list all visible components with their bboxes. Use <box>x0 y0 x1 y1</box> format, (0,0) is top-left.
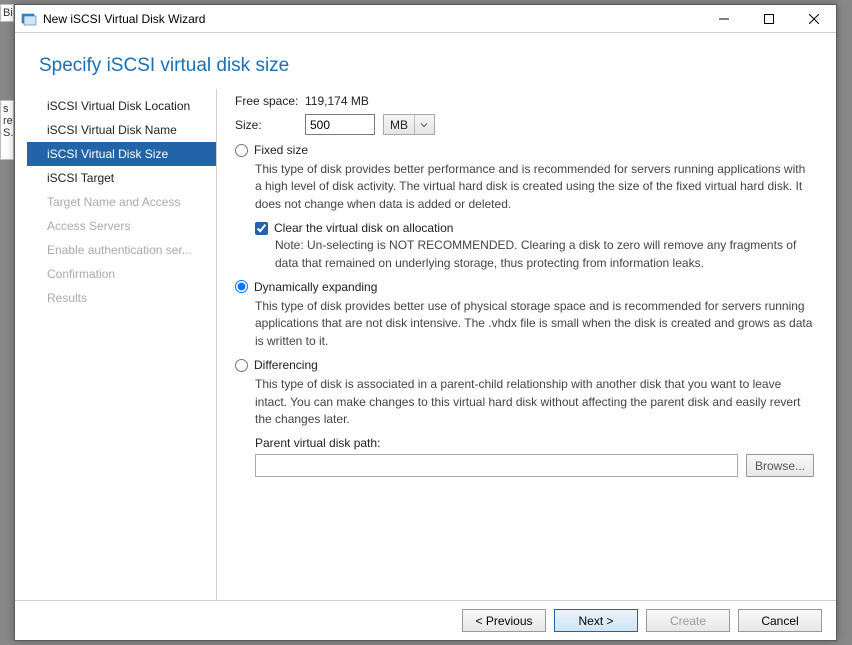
window-controls <box>701 5 836 33</box>
bg-window-fragment: Bi <box>0 4 14 22</box>
app-icon <box>21 11 37 27</box>
step-access-servers: Access Servers <box>27 214 216 238</box>
size-label: Size: <box>235 118 305 132</box>
wizard-footer: < Previous Next > Create Cancel <box>15 600 836 640</box>
parent-path-input[interactable] <box>255 454 738 477</box>
radio-dynamic-label: Dynamically expanding <box>254 280 377 294</box>
step-location[interactable]: iSCSI Virtual Disk Location <box>27 94 216 118</box>
parent-path-label: Parent virtual disk path: <box>255 436 814 450</box>
checkbox-clear-on-allocation[interactable] <box>255 222 268 235</box>
bg-window-fragment: s re S... <box>0 100 14 160</box>
window-title: New iSCSI Virtual Disk Wizard <box>43 12 701 26</box>
close-button[interactable] <box>791 5 836 33</box>
radio-fixed-label: Fixed size <box>254 143 308 157</box>
titlebar: New iSCSI Virtual Disk Wizard <box>15 5 836 33</box>
fixed-desc: This type of disk provides better perfor… <box>255 161 814 213</box>
minimize-button[interactable] <box>701 5 746 33</box>
browse-button[interactable]: Browse... <box>746 454 814 477</box>
wizard-content: Free space: 119,174 MB Size: MB Fixed si… <box>217 89 824 600</box>
option-dynamic: Dynamically expanding This type of disk … <box>235 280 814 350</box>
step-size[interactable]: iSCSI Virtual Disk Size <box>27 142 216 166</box>
option-differencing: Differencing This type of disk is associ… <box>235 358 814 477</box>
size-unit-value: MB <box>390 118 408 132</box>
step-auth: Enable authentication ser... <box>27 238 216 262</box>
step-confirmation: Confirmation <box>27 262 216 286</box>
radio-differencing-label: Differencing <box>254 358 318 372</box>
next-button[interactable]: Next > <box>554 609 638 632</box>
differencing-desc: This type of disk is associated in a par… <box>255 376 814 428</box>
wizard-body: iSCSI Virtual Disk Location iSCSI Virtua… <box>15 89 836 600</box>
wizard-window: New iSCSI Virtual Disk Wizard Specify iS… <box>14 4 837 641</box>
cancel-button[interactable]: Cancel <box>738 609 822 632</box>
wizard-header: Specify iSCSI virtual disk size <box>15 33 836 89</box>
step-target[interactable]: iSCSI Target <box>27 166 216 190</box>
size-row: Size: MB <box>235 114 814 135</box>
radio-dynamic[interactable] <box>235 280 248 293</box>
size-input[interactable] <box>305 114 375 135</box>
free-space-label: Free space: <box>235 94 305 108</box>
checkbox-clear-label: Clear the virtual disk on allocation <box>274 221 453 235</box>
free-space-row: Free space: 119,174 MB <box>235 94 814 108</box>
option-fixed: Fixed size This type of disk provides be… <box>235 143 814 272</box>
dynamic-desc: This type of disk provides better use of… <box>255 298 814 350</box>
radio-differencing[interactable] <box>235 359 248 372</box>
chevron-down-icon <box>414 115 428 134</box>
clear-note: Note: Un-selecting is NOT RECOMMENDED. C… <box>275 237 814 272</box>
size-unit-dropdown[interactable]: MB <box>383 114 435 135</box>
step-name[interactable]: iSCSI Virtual Disk Name <box>27 118 216 142</box>
step-target-name: Target Name and Access <box>27 190 216 214</box>
create-button: Create <box>646 609 730 632</box>
maximize-button[interactable] <box>746 5 791 33</box>
free-space-value: 119,174 MB <box>305 94 369 108</box>
page-title: Specify iSCSI virtual disk size <box>39 55 816 77</box>
wizard-steps-sidebar: iSCSI Virtual Disk Location iSCSI Virtua… <box>27 89 217 600</box>
previous-button[interactable]: < Previous <box>462 609 546 632</box>
step-results: Results <box>27 286 216 310</box>
radio-fixed[interactable] <box>235 144 248 157</box>
